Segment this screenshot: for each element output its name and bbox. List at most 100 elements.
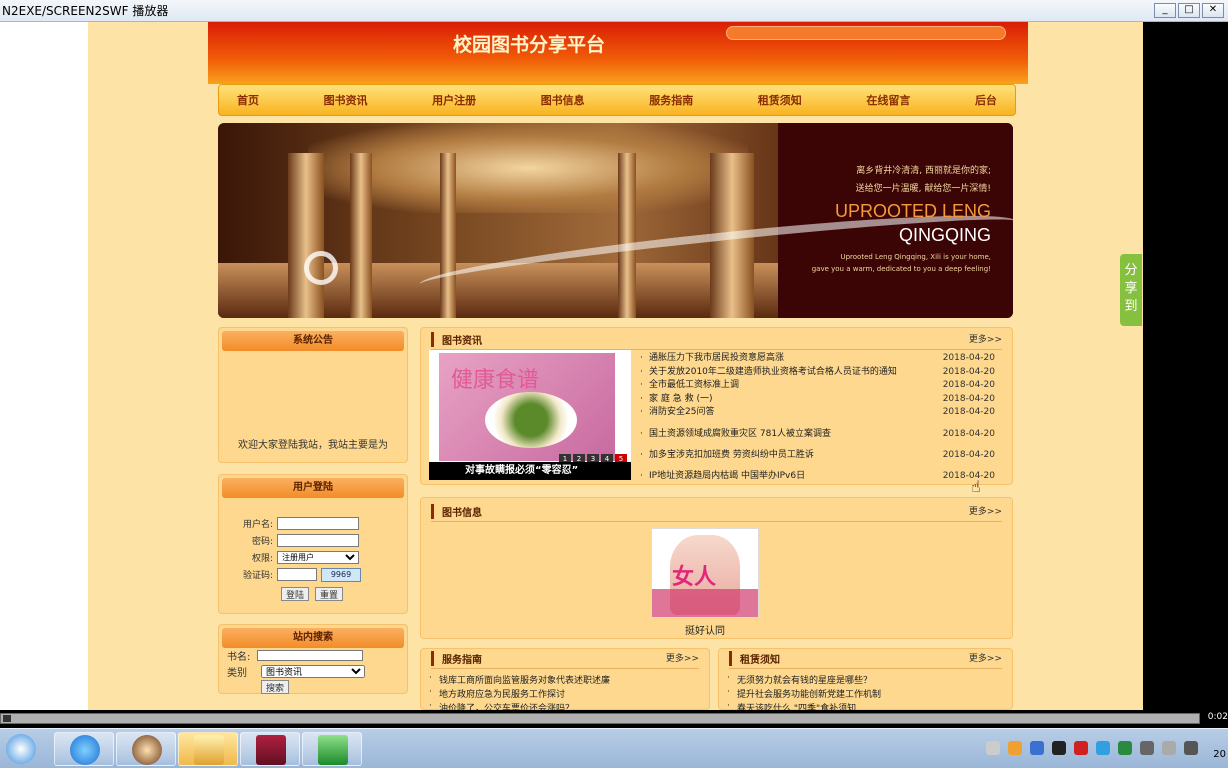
taskbar-app-kugou[interactable]: [54, 732, 114, 766]
folder-icon: [194, 735, 224, 765]
rental-notice-item[interactable]: 无须努力就会有钱的星座是哪些？: [727, 673, 881, 687]
book-name[interactable]: 挺好认同: [651, 622, 759, 637]
book-cover-text: 女人: [672, 565, 717, 590]
tray-app-icon[interactable]: [1008, 741, 1022, 755]
taskbar-app-avatar[interactable]: [116, 732, 176, 766]
notice-body: 欢迎大家登陆我站，我站主要是为: [238, 440, 388, 451]
reset-button[interactable]: 重置: [315, 586, 344, 601]
news-title[interactable]: 消防安全25问答: [640, 406, 715, 419]
book-cover-image[interactable]: 女人: [651, 528, 759, 618]
banner-en-sub2: gave you a warm, dedicated to you a deep…: [811, 265, 991, 273]
news-date: 2018-04-20: [942, 449, 995, 460]
taskbar-app-player[interactable]: [302, 732, 362, 766]
tray-app-icon[interactable]: [1140, 741, 1154, 755]
rental-notice-more-link[interactable]: 更多>>: [969, 651, 1002, 664]
login-button[interactable]: 登陆: [281, 586, 310, 601]
featured-news-slideshow[interactable]: 健康食谱 1 2 3 4 5 对事故瞒报必须“零容忍”: [429, 350, 631, 480]
news-row[interactable]: 加多宝涉克扣加班费 劳资纠纷中员工胜诉 2018-04-20: [639, 449, 999, 470]
progress-track[interactable]: [0, 713, 1200, 724]
tray-app-icon[interactable]: [1096, 741, 1110, 755]
system-tray: [986, 741, 1198, 755]
password-label: 密码:: [251, 537, 273, 547]
username-input[interactable]: [277, 517, 359, 530]
service-guide-item[interactable]: 油价降了，公交车票价还会涨吗？: [429, 701, 610, 710]
news-title[interactable]: 通胀压力下我市居民投资意愿高涨: [640, 352, 784, 365]
right-gutter: [1143, 22, 1228, 710]
nav-guestbook[interactable]: 在线留言: [866, 92, 910, 108]
network-icon[interactable]: [1184, 741, 1198, 755]
service-guide-item[interactable]: 钱库工商所面向监管服务对象代表述职述廉: [429, 673, 610, 687]
news-title[interactable]: 全市最低工资标准上调: [640, 379, 739, 392]
news-row[interactable]: IP地址资源趋局内枯竭 中国举办IPv6日 2018-04-20: [639, 470, 999, 491]
news-row[interactable]: 通胀压力下我市居民投资意愿高涨 2018-04-20: [639, 352, 999, 366]
tray-app-icon[interactable]: [1118, 741, 1132, 755]
captcha-image[interactable]: 9969: [321, 567, 361, 582]
mouse-cursor-icon: ☝: [971, 477, 981, 496]
share-tab[interactable]: 分享到: [1120, 254, 1142, 326]
service-guide-more-link[interactable]: 更多>>: [666, 651, 699, 664]
news-row[interactable]: 关于发放2010年二级建造师执业资格考试合格人员证书的通知 2018-04-20: [639, 366, 999, 380]
maximize-button[interactable]: □: [1178, 3, 1200, 18]
news-title[interactable]: 关于发放2010年二级建造师执业资格考试合格人员证书的通知: [640, 366, 897, 379]
playback-time: 0:02: [1207, 712, 1228, 722]
tray-app-icon[interactable]: [1030, 741, 1044, 755]
book-news-more-link[interactable]: 更多>>: [969, 332, 1002, 345]
rental-notice-title: 租赁须知: [729, 651, 780, 666]
player-viewport: 校园图书分享平台 首页 图书资讯 用户注册 图书信息 服务指南 租赁须知 在线留…: [0, 22, 1228, 710]
search-button[interactable]: 搜索: [261, 680, 290, 694]
username-label: 用户名:: [242, 520, 273, 530]
notice-box: 系统公告 欢迎大家登陆我站，我站主要是为: [218, 327, 408, 463]
news-row[interactable]: 全市最低工资标准上调 2018-04-20: [639, 379, 999, 393]
news-row[interactable]: 消防安全25问答 2018-04-20: [639, 406, 999, 420]
kugou-icon: [70, 735, 100, 765]
header-search-bar[interactable]: [726, 26, 1006, 40]
volume-icon[interactable]: [1162, 741, 1176, 755]
news-title[interactable]: 加多宝涉克扣加班费 劳资纠纷中员工胜诉: [640, 449, 814, 462]
news-row[interactable]: 家 庭 急 救 (一) 2018-04-20: [639, 393, 999, 407]
book-info-panel: 图书信息 更多>> 女人 挺好认同: [420, 497, 1013, 639]
rental-notice-item[interactable]: 春天该吃什么 "四季"食补须知: [727, 701, 881, 710]
nav-rental-notice[interactable]: 租赁须知: [758, 92, 802, 108]
book-info-header: 图书信息 更多>>: [431, 502, 1002, 522]
nav-book-info[interactable]: 图书信息: [541, 92, 585, 108]
nav-register[interactable]: 用户注册: [432, 92, 476, 108]
window-controls: _ □ ✕: [1154, 3, 1224, 18]
start-button[interactable]: [0, 732, 48, 766]
taskbar-clock[interactable]: 20: [1213, 749, 1226, 760]
site-title: 校园图书分享平台: [453, 34, 606, 56]
service-guide-item[interactable]: 地方政府应急为民服务工作探讨: [429, 687, 610, 701]
player-progress-bar[interactable]: 0:02: [0, 710, 1228, 728]
close-button[interactable]: ✕: [1202, 3, 1224, 18]
nav-book-news[interactable]: 图书资讯: [324, 92, 368, 108]
progress-thumb[interactable]: [3, 715, 11, 722]
nav-service-guide[interactable]: 服务指南: [649, 92, 693, 108]
qq-icon[interactable]: [1052, 741, 1066, 755]
tray-app-icon[interactable]: [1074, 741, 1088, 755]
book-news-title: 图书资讯: [431, 332, 482, 347]
website-page: 校园图书分享平台 首页 图书资讯 用户注册 图书信息 服务指南 租赁须知 在线留…: [88, 22, 1143, 710]
book-info-more-link[interactable]: 更多>>: [969, 504, 1002, 517]
minimize-button[interactable]: _: [1154, 3, 1176, 18]
captcha-input[interactable]: [277, 568, 317, 581]
news-title[interactable]: 国土资源领域成腐败重灾区 781人被立案调查: [640, 428, 831, 441]
news-row[interactable]: 国土资源领域成腐败重灾区 781人被立案调查 2018-04-20: [639, 428, 999, 449]
nav-admin[interactable]: 后台: [975, 92, 997, 108]
keyboard-icon[interactable]: [986, 741, 1000, 755]
banner-poem-line2: 送给您一片温暖, 献给您一片深情!: [855, 184, 991, 194]
news-title[interactable]: 家 庭 急 救 (一): [640, 393, 713, 406]
role-select[interactable]: 注册用户: [277, 551, 359, 564]
player-app-icon: [318, 735, 348, 765]
role-label: 权限:: [251, 554, 273, 564]
keyword-input[interactable]: [257, 649, 363, 661]
rental-notice-item[interactable]: 提升社会服务功能创新党建工作机制: [727, 687, 881, 701]
news-title[interactable]: IP地址资源趋局内枯竭 中国举办IPv6日: [640, 470, 805, 483]
taskbar-app-winrar[interactable]: [240, 732, 300, 766]
featured-news-caption[interactable]: 对事故瞒报必须“零容忍”: [429, 462, 631, 480]
banner-en-sub1: Uprooted Leng Qingqing, Xili is your hom…: [840, 253, 991, 261]
news-date: 2018-04-20: [942, 366, 995, 377]
nav-home[interactable]: 首页: [237, 92, 259, 108]
taskbar-app-explorer[interactable]: [178, 732, 238, 766]
password-input[interactable]: [277, 534, 359, 547]
category-select[interactable]: 图书资讯: [261, 664, 365, 678]
winrar-icon: [256, 735, 286, 765]
